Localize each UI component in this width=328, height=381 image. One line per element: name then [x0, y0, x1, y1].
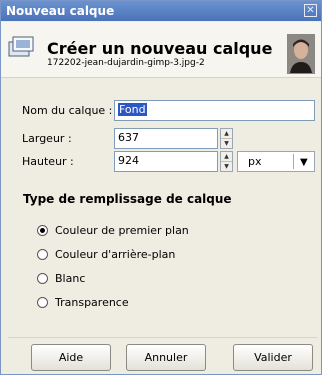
window-title: Nouveau calque [6, 4, 115, 18]
new-layer-icon [8, 36, 34, 57]
width-label: Largeur : [22, 132, 72, 145]
height-spinner[interactable]: ▲ ▼ [220, 151, 233, 172]
fill-type-heading: Type de remplissage de calque [23, 192, 232, 206]
width-input[interactable]: 637 [114, 128, 218, 149]
close-icon[interactable]: ✕ [304, 4, 317, 17]
dialog-heading: Créer un nouveau calque [47, 39, 273, 58]
fill-option-label: Couleur de premier plan [55, 224, 189, 237]
image-thumbnail [287, 34, 315, 74]
help-button[interactable]: Aide [31, 344, 111, 371]
fill-option-label: Transparence [55, 296, 129, 309]
image-filename: 172202-jean-dujardin-gimp-3.jpg-2 [47, 58, 205, 68]
unit-value: px [248, 155, 262, 168]
layer-name-value: Fond [118, 103, 147, 116]
radio-icon[interactable] [37, 297, 48, 308]
radio-selected-dot [40, 228, 45, 233]
height-value: 924 [118, 154, 139, 167]
spin-up-icon[interactable]: ▲ [221, 129, 232, 139]
unit-select[interactable]: px ▼ [237, 151, 315, 172]
height-label: Hauteur : [22, 155, 74, 168]
spin-down-icon[interactable]: ▼ [221, 139, 232, 148]
cancel-button-label: Annuler [144, 351, 188, 364]
fill-option-label: Blanc [55, 272, 86, 285]
spin-down-icon[interactable]: ▼ [221, 162, 232, 171]
height-input[interactable]: 924 [114, 151, 218, 172]
dialog-header: Créer un nouveau calque 172202-jean-duja… [1, 22, 321, 78]
unit-divider [293, 154, 294, 169]
fill-option-label: Couleur d'arrière-plan [55, 248, 176, 261]
ok-button[interactable]: Valider [233, 344, 313, 371]
width-value: 637 [118, 131, 139, 144]
help-button-label: Aide [58, 351, 84, 364]
title-bar[interactable]: Nouveau calque ✕ [1, 1, 321, 21]
layer-name-label: Nom du calque : [22, 104, 113, 117]
radio-icon[interactable] [37, 225, 48, 236]
radio-icon[interactable] [37, 273, 48, 284]
dropdown-arrow-icon[interactable]: ▼ [300, 157, 308, 168]
width-spinner[interactable]: ▲ ▼ [220, 128, 233, 149]
cancel-button[interactable]: Annuler [126, 344, 206, 371]
layer-name-input[interactable]: Fond [114, 100, 315, 121]
radio-icon[interactable] [37, 249, 48, 260]
spin-up-icon[interactable]: ▲ [221, 152, 232, 162]
ok-button-label: Valider [254, 351, 292, 364]
new-layer-dialog: Nouveau calque ✕ Créer un nouveau calque… [0, 0, 322, 375]
button-separator [8, 337, 317, 338]
